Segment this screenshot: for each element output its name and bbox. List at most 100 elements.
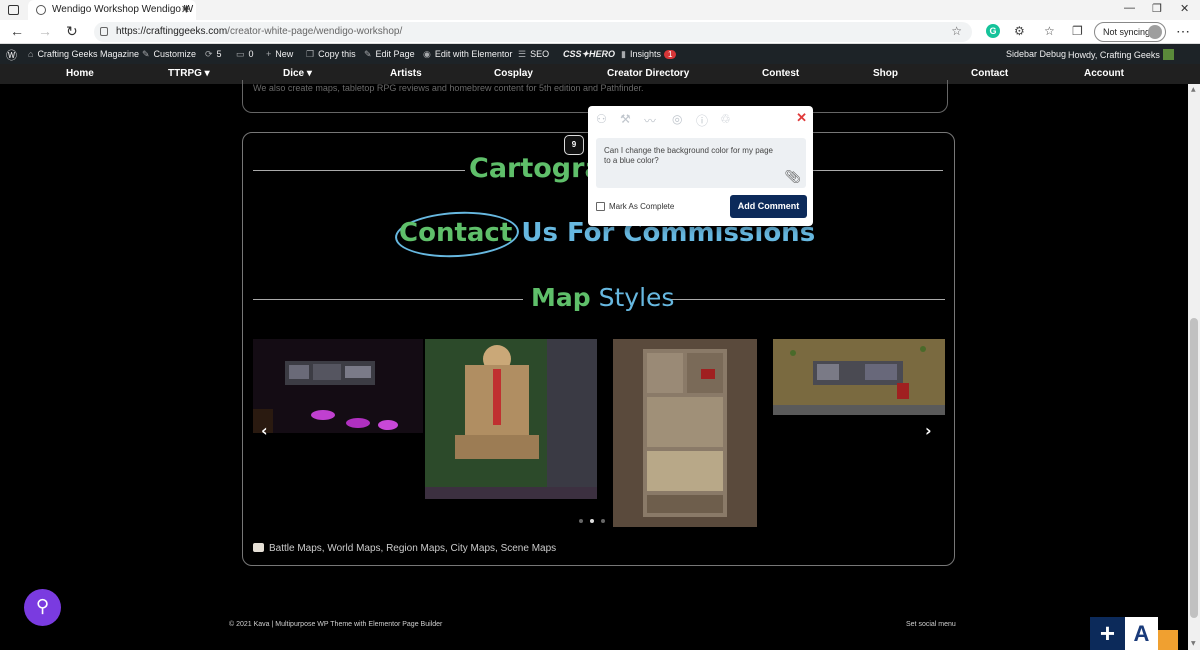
profile-sync-button[interactable]: Not syncing [1094, 22, 1166, 42]
carousel-dot[interactable] [590, 519, 594, 523]
user-avatar [1162, 49, 1174, 60]
url-field[interactable]: https://craftinggeeks.com/creator-white-… [94, 22, 972, 42]
menu-cosplay[interactable]: Cosplay [494, 68, 533, 79]
profile-avatar-icon [1148, 25, 1162, 39]
tab-title: Wendigo Workshop Wendigo W [52, 4, 194, 15]
plus-icon: + [266, 49, 272, 59]
sync-label: Not syncing [1103, 27, 1151, 37]
back-icon[interactable]: ← [10, 23, 24, 39]
elementor-icon: ◉ [423, 49, 431, 59]
scroll-thumb[interactable] [1190, 318, 1198, 618]
footer-copyright: © 2021 Kava | Multipurpose WP Theme with… [229, 621, 443, 628]
menu-creator-directory[interactable]: Creator Directory [607, 68, 689, 79]
map-styles-heading: Map Styles [531, 283, 675, 312]
comment-icon: ▭ [236, 49, 245, 59]
carousel-prev-icon[interactable]: ‹ [261, 421, 268, 440]
copy-icon: ❐ [306, 49, 315, 59]
admin-edit-page[interactable]: ✎ Edit Page [364, 49, 415, 60]
menu-contest[interactable]: Contest [762, 68, 799, 79]
scroll-up-icon[interactable]: ▲ [1191, 86, 1196, 93]
activity-icon[interactable]: 〰 [644, 112, 656, 129]
grammarly-icon[interactable]: G [986, 24, 1000, 38]
divider-line [253, 299, 523, 300]
minimize-button[interactable]: — [1124, 2, 1135, 14]
map-slide-3[interactable] [613, 339, 757, 527]
browser-tab-bar: Wendigo Workshop Wendigo W ✕ + — ❐ ✕ [0, 0, 1200, 20]
admin-new[interactable]: + New [266, 49, 293, 59]
globe-icon [36, 5, 46, 15]
menu-account[interactable]: Account [1084, 68, 1124, 79]
map-icon [253, 543, 264, 552]
home-icon: ⌂ [28, 49, 34, 59]
divider-line [253, 170, 465, 171]
updates-icon: ⟳ [205, 49, 213, 59]
carousel-dot[interactable] [579, 519, 583, 523]
admin-howdy[interactable]: Howdy, Crafting Geeks [1068, 49, 1174, 60]
battle-map-image [253, 361, 398, 433]
page-scrollbar[interactable]: ▲ ▼ [1188, 84, 1200, 650]
restore-button[interactable]: ❐ [1152, 2, 1162, 15]
admin-css-hero[interactable]: CSS✦HERO [563, 49, 615, 60]
browser-tab[interactable]: Wendigo Workshop Wendigo W ✕ [28, 0, 196, 20]
comment-pin-badge[interactable]: 9 [564, 135, 584, 155]
admin-edit-elementor[interactable]: ◉ Edit with Elementor [423, 49, 512, 60]
admin-seo[interactable]: ☰ SEO [518, 49, 549, 60]
users-icon[interactable]: ⚇ [596, 112, 607, 126]
city-building-map-image [643, 349, 727, 517]
divider-line [671, 299, 945, 300]
contact-link[interactable]: Contact [399, 218, 512, 248]
comment-textarea[interactable]: Can I change the background color for my… [596, 138, 806, 188]
menu-contact[interactable]: Contact [971, 68, 1008, 79]
admin-copy-this[interactable]: ❐ Copy this [306, 49, 356, 60]
admin-comments[interactable]: ▭ 0 [236, 49, 254, 60]
menu-dice[interactable]: Dice ▾ [283, 68, 312, 79]
admin-updates[interactable]: ⟳ 5 [205, 49, 222, 60]
bar-chart-icon: ▮ [621, 49, 626, 59]
close-window-button[interactable]: ✕ [1180, 2, 1189, 15]
comment-popup: ⚇ ⚒ 〰 ◎ ⓘ ♲ ✕ Can I change the backgroun… [588, 106, 813, 226]
mark-complete-checkbox[interactable] [596, 202, 605, 211]
address-bar-row: ← → ↻ https://craftinggeeks.com/creator-… [0, 20, 1200, 44]
extensions-icon[interactable]: ⚙ [1014, 24, 1028, 38]
scroll-down-icon[interactable]: ▼ [1191, 640, 1196, 647]
carousel-next-icon[interactable]: › [925, 421, 932, 440]
astra-logo-button[interactable]: A [1125, 617, 1158, 650]
collections-icon[interactable]: ❐ [1072, 24, 1086, 38]
favorites-icon[interactable]: ☆ [1044, 24, 1058, 38]
refresh-icon[interactable]: ↻ [66, 23, 78, 40]
menu-home[interactable]: Home [66, 68, 94, 79]
tab-actions-icon[interactable] [8, 5, 19, 15]
admin-site-name[interactable]: ⌂ Crafting Geeks Magazine [28, 49, 139, 59]
menu-ttrpg[interactable]: TTRPG ▾ [168, 68, 210, 79]
orange-widget[interactable] [1158, 630, 1178, 650]
forward-icon: → [38, 23, 52, 39]
menu-artists[interactable]: Artists [390, 68, 422, 79]
favorite-star-icon[interactable]: ☆ [951, 24, 962, 38]
admin-insights[interactable]: ▮ Insights 1 [621, 49, 677, 60]
pencil-icon: ✎ [364, 49, 372, 59]
new-tab-button[interactable]: + [182, 1, 191, 18]
wordpress-logo-icon[interactable]: Ⓦ [6, 47, 17, 63]
admin-sidebar-debug[interactable]: Sidebar Debug [1006, 49, 1066, 59]
carousel-dot[interactable] [601, 519, 605, 523]
mark-complete-label: Mark As Complete [609, 202, 675, 211]
recycle-icon[interactable]: ♲ [720, 112, 731, 126]
admin-customize[interactable]: ✎ Customize [142, 49, 196, 60]
add-plus-button[interactable]: + [1090, 617, 1125, 650]
search-wand-icon[interactable]: ⚲ [24, 589, 61, 626]
map-slide-4[interactable] [773, 339, 945, 415]
menu-shop[interactable]: Shop [873, 68, 898, 79]
insights-badge: 1 [663, 50, 677, 59]
map-slide-1[interactable] [253, 339, 423, 433]
info-icon[interactable]: ⓘ [696, 112, 708, 129]
paperclip-icon[interactable]: 📎︎ [784, 170, 801, 185]
footer-social-link[interactable]: Set social menu [906, 621, 956, 628]
more-menu-icon[interactable]: ⋯ [1176, 23, 1190, 40]
intro-text: We also create maps, tabletop RPG review… [253, 83, 644, 93]
tools-icon[interactable]: ⚒ [620, 112, 631, 126]
camera-icon[interactable]: ◎ [672, 112, 682, 126]
close-icon[interactable]: ✕ [796, 110, 807, 126]
map-slide-2[interactable] [425, 339, 597, 499]
add-comment-button[interactable]: Add Comment [730, 195, 807, 218]
map-styles-list: Battle Maps, World Maps, Region Maps, Ci… [253, 543, 556, 554]
